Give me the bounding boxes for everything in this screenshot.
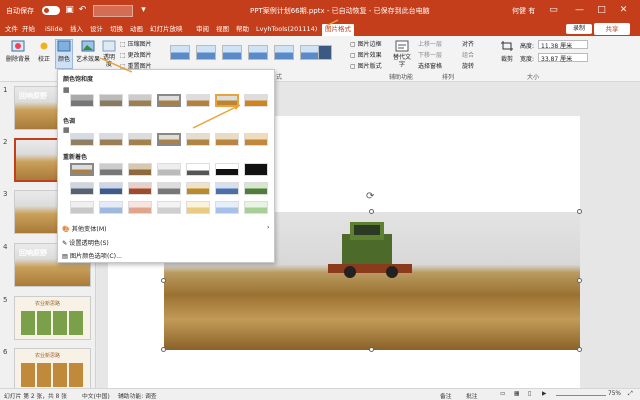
notes-button[interactable]: 备注 — [440, 391, 452, 400]
slideshow-icon[interactable]: ▶ — [542, 391, 546, 397]
arrow-to-color-button — [99, 57, 133, 73]
annotation-arrows — [99, 19, 339, 129]
fit-to-window-icon[interactable]: ⤢ — [628, 391, 633, 398]
accessibility-indicator[interactable]: 辅助功能: 调查 — [118, 391, 157, 400]
language-indicator[interactable]: 中文(中国) — [82, 391, 110, 400]
reading-view-icon[interactable]: ▯ — [528, 391, 531, 397]
zoom-slider[interactable] — [556, 395, 606, 396]
slide-counter: 幻灯片 第 2 张，共 8 张 — [4, 394, 67, 400]
zoom-level[interactable]: 75% — [608, 391, 621, 397]
status-bar: 幻灯片 第 2 张，共 8 张 中文(中国) 辅助功能: 调查 备注 批注 ▭ … — [0, 388, 640, 400]
arrow-to-picture-format-tab — [325, 19, 339, 27]
arrow-to-saturation-swatch — [192, 104, 241, 129]
comments-button[interactable]: 批注 — [466, 391, 478, 400]
normal-view-icon[interactable]: ▭ — [500, 391, 505, 397]
slide-sorter-icon[interactable]: ▦ — [514, 391, 519, 397]
